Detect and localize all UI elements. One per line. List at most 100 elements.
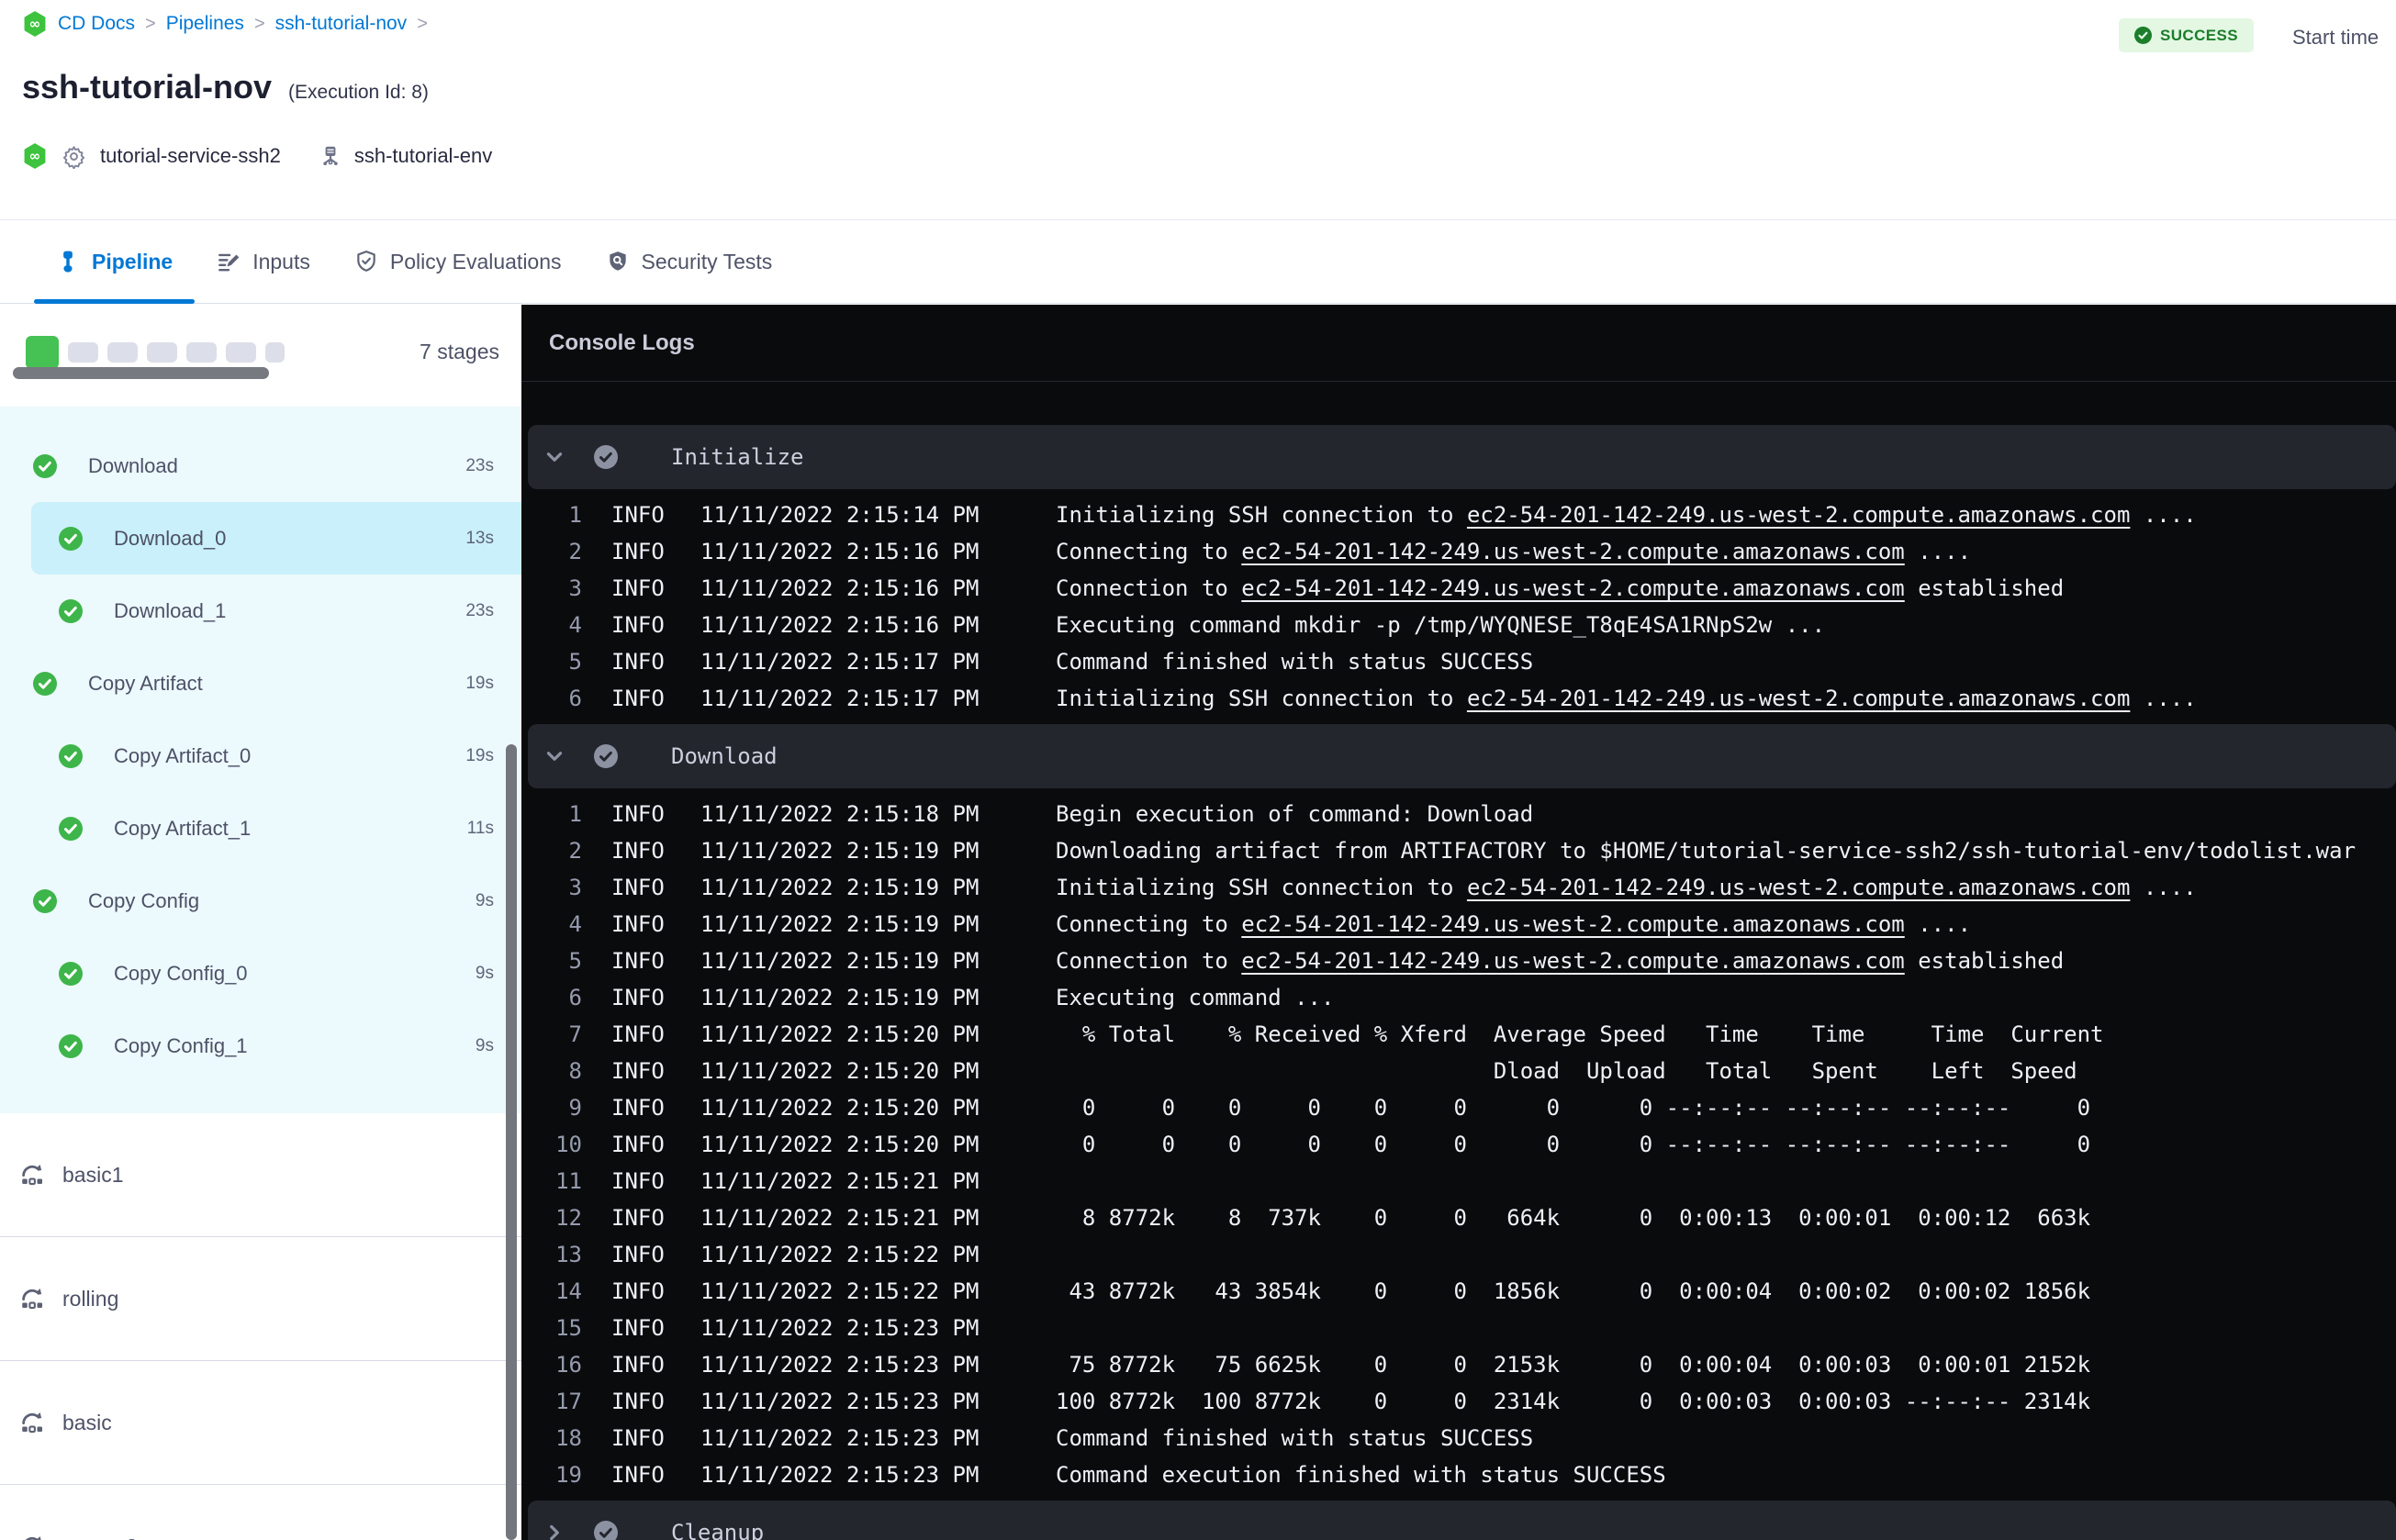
log-message: % Total % Received % Xferd Average Speed… xyxy=(1056,1021,2104,1047)
log-timestamp: 11/11/2022 2:15:23 PM xyxy=(700,1315,980,1341)
log-message-link[interactable]: ec2-54-201-142-249.us-west-2.compute.ama… xyxy=(1241,575,1904,601)
log-line-number: 12 xyxy=(555,1205,582,1231)
log-line-number: 2 xyxy=(568,539,582,564)
rollback-icon xyxy=(18,1161,46,1188)
chevron-down-icon[interactable] xyxy=(543,744,566,768)
stage-duration: 23s xyxy=(465,455,494,475)
log-message-link[interactable]: ec2-54-201-142-249.us-west-2.compute.ama… xyxy=(1241,539,1904,564)
log-line-number: 13 xyxy=(555,1242,582,1267)
pipeline-icon xyxy=(56,250,80,273)
pipeline-item-rolling[interactable]: rolling xyxy=(0,1237,521,1361)
log-section-header-cleanup[interactable]: Cleanup xyxy=(528,1501,2396,1540)
service-environment-row: ∞ tutorial-service-ssh2 ssh-tutorial-env xyxy=(22,143,492,169)
log-message-link[interactable]: ec2-54-201-142-249.us-west-2.compute.ama… xyxy=(1467,875,2130,900)
harness-logo-icon: ∞ xyxy=(22,11,48,37)
stage-row-copy-artifact-0[interactable]: Copy Artifact_0 19s xyxy=(0,720,521,792)
log-message: Connection to ec2-54-201-142-249.us-west… xyxy=(1056,575,2064,601)
progress-segment xyxy=(265,342,285,363)
pipeline-item-basic[interactable]: basic xyxy=(0,1361,521,1485)
log-level: INFO xyxy=(611,1021,665,1047)
pipeline-item-basic1[interactable]: basic1 xyxy=(0,1113,521,1237)
log-message: 8 8772k 8 737k 0 0 664k 0 0:00:13 0:00:0… xyxy=(1056,1205,2090,1231)
stage-row-copy-artifact[interactable]: Copy Artifact 19s xyxy=(0,647,521,720)
log-line: 1 INFO 11/11/2022 2:15:18 PM Begin executio… xyxy=(521,796,2396,832)
breadcrumb-link-pipelines[interactable]: Pipelines xyxy=(166,13,244,35)
tab-security-tests[interactable]: Security Tests xyxy=(584,220,795,303)
log-message-text: established xyxy=(1904,948,2065,974)
pipeline-item-canary2[interactable]: canary2 xyxy=(0,1485,521,1540)
log-line-number: 11 xyxy=(555,1168,582,1194)
log-level: INFO xyxy=(611,838,665,864)
log-line-number: 5 xyxy=(568,948,582,974)
log-message-text: Dload Upload Total Spent Left Speed xyxy=(1056,1058,2077,1084)
log-line: 17 INFO 11/11/2022 2:15:23 PM 100 8772k 100… xyxy=(521,1383,2396,1420)
stage-row-copy-config[interactable]: Copy Config 9s xyxy=(0,865,521,937)
log-timestamp: 11/11/2022 2:15:17 PM xyxy=(700,649,980,675)
tab-policy-evaluations[interactable]: Policy Evaluations xyxy=(332,220,584,303)
log-level: INFO xyxy=(611,801,665,827)
log-message-link[interactable]: ec2-54-201-142-249.us-west-2.compute.ama… xyxy=(1241,948,1904,974)
log-level: INFO xyxy=(611,539,665,564)
log-timestamp: 11/11/2022 2:15:16 PM xyxy=(700,575,980,601)
progress-segment xyxy=(186,342,217,363)
log-timestamp: 11/11/2022 2:15:20 PM xyxy=(700,1095,980,1121)
log-section-lines: 1 INFO 11/11/2022 2:15:14 PM Initializing S… xyxy=(521,489,2396,724)
console-panel: Console Logs Initialize 1 INFO 11/11/2022 2… xyxy=(521,305,2396,1540)
pipeline-item-label: basic1 xyxy=(62,1162,124,1187)
pipeline-item-label: basic xyxy=(62,1410,112,1434)
log-message-text: .... xyxy=(1904,911,1972,937)
log-section-header-initialize[interactable]: Initialize xyxy=(528,425,2396,489)
stage-row-download-0[interactable]: Download_0 13s xyxy=(0,502,521,575)
stage-success-icon xyxy=(59,816,83,841)
stage-row-download[interactable]: Download 23s xyxy=(0,430,521,502)
stage-success-icon xyxy=(59,526,83,551)
log-message-text: Executing command ... xyxy=(1056,985,1335,1010)
log-line-number: 4 xyxy=(568,612,582,638)
stage-row-download-1[interactable]: Download_1 23s xyxy=(0,575,521,647)
log-line: 3 INFO 11/11/2022 2:15:19 PM Initializing S… xyxy=(521,869,2396,906)
progress-segment xyxy=(68,342,98,363)
chevron-down-icon[interactable] xyxy=(543,445,566,469)
chevron-right-icon[interactable] xyxy=(543,1521,566,1540)
log-line: 5 INFO 11/11/2022 2:15:17 PM Command finish… xyxy=(521,643,2396,680)
stage-progress-scrollbar[interactable] xyxy=(13,367,269,379)
section-success-icon xyxy=(594,744,618,768)
log-line: 8 INFO 11/11/2022 2:15:20 PM Dload Upload … xyxy=(521,1053,2396,1089)
log-level: INFO xyxy=(611,1389,665,1414)
log-message: Initializing SSH connection to ec2-54-20… xyxy=(1056,502,2197,528)
log-level: INFO xyxy=(611,649,665,675)
log-message-text: Initializing SSH connection to xyxy=(1056,502,1467,528)
breadcrumb-link-cd-docs[interactable]: CD Docs xyxy=(58,13,135,35)
log-message-text: Connecting to xyxy=(1056,539,1242,564)
sidebar-scrollbar[interactable] xyxy=(506,744,517,1540)
log-line-number: 7 xyxy=(568,1021,582,1047)
breadcrumb-link-ssh-tutorial-nov[interactable]: ssh-tutorial-nov xyxy=(275,13,408,35)
log-line: 6 INFO 11/11/2022 2:15:19 PM Executing comm… xyxy=(521,979,2396,1016)
environment-name[interactable]: ssh-tutorial-env xyxy=(354,144,492,168)
log-line-number: 1 xyxy=(568,801,582,827)
log-message: 0 0 0 0 0 0 0 0 --:--:-- --:--:-- --:--:… xyxy=(1056,1095,2090,1121)
log-line: 2 INFO 11/11/2022 2:15:16 PM Connecting to … xyxy=(521,533,2396,570)
tab-inputs[interactable]: Inputs xyxy=(195,220,332,303)
log-message-text: Initializing SSH connection to xyxy=(1056,875,1467,900)
log-message-link[interactable]: ec2-54-201-142-249.us-west-2.compute.ama… xyxy=(1467,502,2130,528)
stage-row-copy-config-1[interactable]: Copy Config_1 9s xyxy=(0,1010,521,1082)
log-timestamp: 11/11/2022 2:15:19 PM xyxy=(700,948,980,974)
log-line-number: 17 xyxy=(555,1389,582,1414)
status-badge: SUCCESS xyxy=(2119,18,2254,52)
log-message-link[interactable]: ec2-54-201-142-249.us-west-2.compute.ama… xyxy=(1467,686,2130,711)
log-section-header-download[interactable]: Download xyxy=(528,724,2396,788)
log-message-link[interactable]: ec2-54-201-142-249.us-west-2.compute.ama… xyxy=(1241,911,1904,937)
log-message: Begin execution of command: Download xyxy=(1056,801,1533,827)
log-message-text: Begin execution of command: Download xyxy=(1056,801,1534,827)
stage-row-copy-config-0[interactable]: Copy Config_0 9s xyxy=(0,937,521,1010)
tab-pipeline[interactable]: Pipeline xyxy=(34,220,196,304)
breadcrumb-items: CD Docs > Pipelines > ssh-tutorial-nov > xyxy=(58,13,428,35)
stage-duration: 9s xyxy=(475,963,494,983)
service-name[interactable]: tutorial-service-ssh2 xyxy=(100,144,281,168)
stage-row-copy-artifact-1[interactable]: Copy Artifact_1 11s xyxy=(0,792,521,865)
log-timestamp: 11/11/2022 2:15:19 PM xyxy=(700,875,980,900)
log-line-number: 16 xyxy=(555,1352,582,1378)
rollback-icon xyxy=(18,1409,46,1436)
log-level: INFO xyxy=(611,686,665,711)
